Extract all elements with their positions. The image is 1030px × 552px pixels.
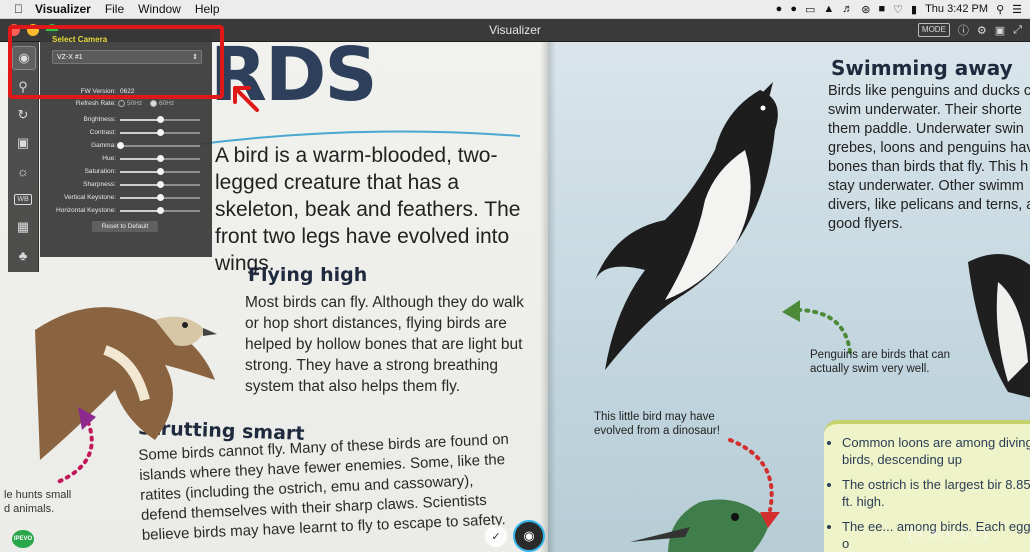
select-camera-highlight (8, 25, 224, 99)
slider-track[interactable] (116, 142, 200, 149)
slider-row: Vertical Keystone: (40, 193, 212, 203)
menu-window[interactable]: Window (138, 2, 181, 16)
slider-fill (120, 210, 160, 212)
watermark-text: (ⓐⓐⓐⓐⓐ) (908, 527, 989, 542)
effects-icon[interactable]: ♣ (12, 244, 34, 266)
slider-fill (120, 158, 160, 160)
refresh-rate-label: Refresh Rate: (75, 100, 116, 107)
check-button[interactable]: ✓ (485, 525, 507, 547)
dotted-arrow-dinosaur (728, 438, 780, 528)
refresh-50hz-radio[interactable]: 50Hz (118, 99, 142, 109)
refresh-rate-row: Refresh Rate: 50Hz 60Hz (40, 99, 212, 109)
notification-center-icon[interactable]: ☰ (1012, 3, 1022, 16)
status-area: ● ● ▭ ▲ ♬ ⊛ ■ ♡ ▮ Thu 3:42 PM ⚲ ☰ (768, 0, 1022, 18)
slider-knob[interactable] (156, 194, 164, 201)
slider-label: Brightness: (83, 116, 116, 123)
book-intro-text: A bird is a warm-blooded, two-legged cre… (215, 144, 521, 275)
slider-track[interactable] (120, 194, 200, 201)
flying-high-text: Most birds can fly. Although they do wal… (245, 294, 524, 395)
slider-row: Contrast: (40, 128, 212, 138)
slider-label: Hue: (102, 155, 116, 162)
slider-label: Contrast: (89, 129, 116, 136)
slider-knob[interactable] (156, 129, 164, 136)
exposure-icon[interactable]: ☼ (12, 160, 34, 182)
capture-camera-button[interactable]: ◉ (513, 520, 545, 552)
fact-item: Common loons are among divings birds, de… (842, 434, 1030, 468)
refresh-60hz-radio[interactable]: 60Hz (150, 99, 174, 109)
spotlight-icon[interactable]: ⚲ (996, 3, 1004, 16)
slider-fill (120, 197, 160, 199)
slider-label: Sharpness: (83, 181, 116, 188)
clock[interactable]: Thu 3:42 PM (925, 3, 988, 15)
slider-track[interactable] (120, 116, 200, 123)
caption-hunts-small: le hunts small d animals. (4, 489, 72, 515)
slider-knob[interactable] (116, 142, 124, 149)
volume-icon[interactable]: ♬ (842, 3, 853, 15)
slider-label: Horizontal Keystone: (56, 207, 116, 214)
bluetooth-icon[interactable]: ⊛ (861, 3, 870, 16)
macos-menubar:  Visualizer File Window Help ● ● ▭ ▲ ♬ … (0, 0, 1030, 19)
slider-track[interactable] (120, 129, 200, 136)
slider-fill (120, 132, 160, 134)
heading-swimming-away: Swimming away (831, 56, 1013, 80)
slider-row: Hue: (40, 154, 212, 164)
window-layout-icon[interactable]: ▣ (995, 24, 1005, 37)
capture-controls: ✓ ◉ (485, 520, 545, 552)
titlebar-controls: MODE ⓘ ⚙ ▣ ⤢ (910, 22, 1022, 38)
wifi-icon[interactable]: ♡ (893, 3, 903, 16)
white-balance-icon[interactable]: WB (12, 188, 34, 210)
rotate-icon[interactable]: ↻ (12, 104, 34, 126)
slider-track[interactable] (120, 168, 200, 175)
user-icon[interactable]: ■ (878, 3, 885, 15)
mode-button[interactable]: MODE (917, 23, 950, 37)
status-app-icon[interactable]: ● (776, 3, 783, 15)
menu-file[interactable]: File (105, 2, 124, 16)
settings-gear-icon[interactable]: ⚙ (977, 24, 987, 37)
penguin-illustration-2 (968, 254, 1030, 398)
slider-row: Horizontal Keystone: (40, 206, 212, 216)
slider-track[interactable] (120, 181, 200, 188)
red-pointer-arrow (233, 86, 259, 112)
slider-label: Saturation: (84, 168, 116, 175)
fullscreen-icon[interactable]: ⤢ (1013, 24, 1022, 37)
caption-dinosaur: This little bird may have evolved from a… (594, 411, 720, 437)
menu-app-visualizer[interactable]: Visualizer (35, 2, 91, 16)
crop-icon[interactable]: ▣ (12, 132, 34, 154)
slider-fill (120, 171, 160, 173)
camera-icon: ◉ (523, 528, 535, 543)
heading-flying-high: Flying high (248, 264, 368, 286)
info-icon[interactable]: ⓘ (958, 22, 969, 38)
slider-track[interactable] (120, 207, 200, 214)
slider-fill (120, 184, 160, 186)
airplay-icon[interactable]: ▭ (805, 3, 815, 16)
slider-row: Saturation: (40, 167, 212, 177)
dotted-arrow-left (56, 407, 96, 484)
slider-row: Gamma: (40, 141, 212, 151)
slider-knob[interactable] (156, 168, 164, 175)
fact-item: The ostrich is the largest bir 8.85 ft. … (842, 476, 1030, 510)
slider-fill (120, 119, 160, 121)
status-app-icon-2[interactable]: ● (790, 3, 797, 15)
slider-row: Brightness: (40, 115, 212, 125)
book-gutter (540, 42, 556, 552)
ipevo-logo[interactable]: IPEVO (12, 530, 34, 548)
capture-settings-icon[interactable]: ▦ (12, 216, 34, 238)
slider-knob[interactable] (156, 116, 164, 123)
slider-knob[interactable] (156, 181, 164, 188)
apple-menu-icon[interactable]:  (14, 2, 23, 16)
slider-row: Sharpness: (40, 180, 212, 190)
caption-penguin: Penguins are birds that can actually swi… (810, 349, 951, 375)
battery-icon[interactable]: ▮ (911, 3, 917, 16)
reset-to-default-button[interactable]: Reset to Default (92, 221, 158, 232)
slider-label: Vertical Keystone: (63, 194, 116, 201)
swimming-away-text: Birds like penguins and ducks c swim und… (828, 83, 1030, 232)
slider-track[interactable] (120, 155, 200, 162)
slider-label: Gamma: (91, 142, 116, 149)
menu-help[interactable]: Help (195, 2, 220, 16)
eject-icon[interactable]: ▲ (823, 3, 834, 15)
slider-knob[interactable] (156, 207, 164, 214)
slider-knob[interactable] (156, 155, 164, 162)
